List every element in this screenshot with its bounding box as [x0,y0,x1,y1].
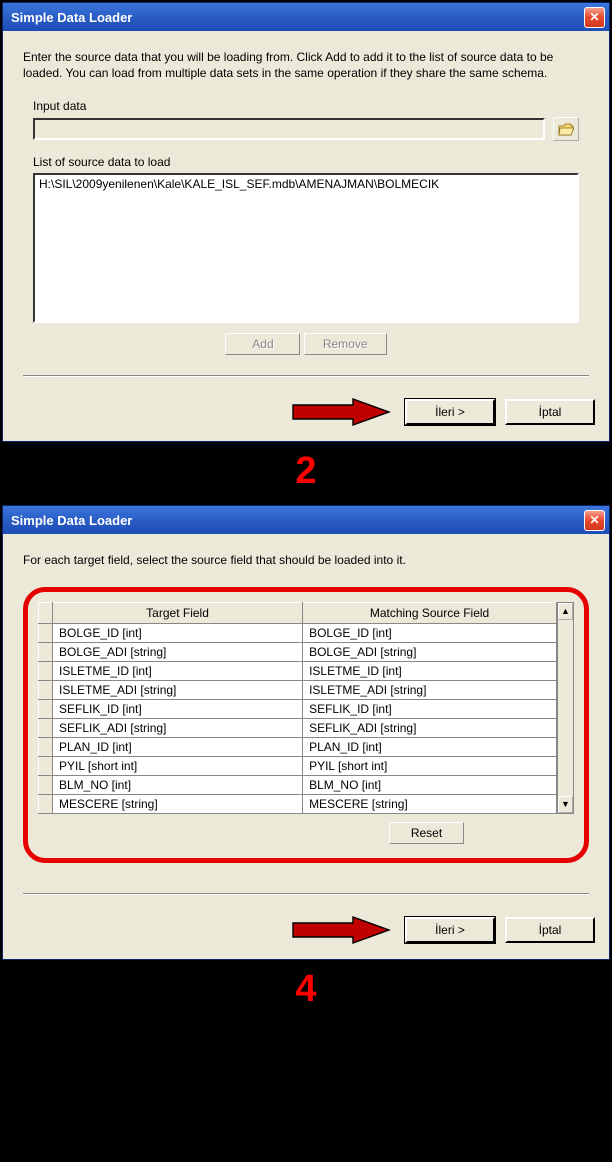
step-number-4: 4 [0,962,612,1021]
row-selector[interactable] [39,661,53,680]
close-icon: ✕ [589,10,599,24]
reset-row: Reset [38,822,574,844]
row-selector[interactable] [39,699,53,718]
dialog-body: For each target field, select the source… [3,534,609,914]
row-selector[interactable] [39,794,53,813]
target-field-header: Target Field [53,602,303,623]
add-remove-row: Add Remove [23,333,589,355]
close-button[interactable]: ✕ [584,510,605,531]
source-field-cell[interactable]: SEFLIK_ID [int] [303,699,557,718]
window-title: Simple Data Loader [11,513,132,528]
table-row[interactable]: PYIL [short int]PYIL [short int] [39,756,557,775]
field-mapping-area: Target Field Matching Source Field BOLGE… [38,602,574,814]
source-field-cell[interactable]: ISLETME_ADI [string] [303,680,557,699]
target-field-cell: MESCERE [string] [53,794,303,813]
source-field-cell[interactable]: SEFLIK_ADI [string] [303,718,557,737]
target-field-cell: SEFLIK_ID [int] [53,699,303,718]
instruction-text: For each target field, select the source… [23,552,589,568]
table-row[interactable]: PLAN_ID [int]PLAN_ID [int] [39,737,557,756]
source-field-cell[interactable]: PLAN_ID [int] [303,737,557,756]
target-field-cell: PLAN_ID [int] [53,737,303,756]
separator [23,893,589,895]
scroll-down-icon[interactable]: ▼ [558,796,573,813]
vertical-scrollbar[interactable]: ▲ ▼ [557,602,574,814]
wizard-footer: İleri > İptal [3,397,609,441]
table-row[interactable]: MESCERE [string]MESCERE [string] [39,794,557,813]
reset-button[interactable]: Reset [389,822,464,844]
folder-open-icon [558,123,574,136]
source-field-header: Matching Source Field [303,602,557,623]
source-list-item[interactable]: H:\SIL\2009yenilenen\Kale\KALE_ISL_SEF.m… [39,177,573,191]
source-list-label: List of source data to load [33,155,589,169]
next-button[interactable]: İleri > [405,917,495,943]
table-row[interactable]: BOLGE_ID [int]BOLGE_ID [int] [39,623,557,642]
row-selector[interactable] [39,756,53,775]
target-field-cell: SEFLIK_ADI [string] [53,718,303,737]
source-field-cell[interactable]: BOLGE_ID [int] [303,623,557,642]
cancel-button[interactable]: İptal [505,399,595,425]
row-selector[interactable] [39,623,53,642]
row-selector[interactable] [39,680,53,699]
cancel-button[interactable]: İptal [505,917,595,943]
input-data-field[interactable] [33,118,545,140]
target-field-cell: ISLETME_ID [int] [53,661,303,680]
target-field-cell: BOLGE_ADI [string] [53,642,303,661]
close-button[interactable]: ✕ [584,7,605,28]
source-list[interactable]: H:\SIL\2009yenilenen\Kale\KALE_ISL_SEF.m… [33,173,579,323]
table-row[interactable]: BOLGE_ADI [string]BOLGE_ADI [string] [39,642,557,661]
red-arrow-icon [291,915,391,945]
dialog-body: Enter the source data that you will be l… [3,31,609,397]
source-field-cell[interactable]: BLM_NO [int] [303,775,557,794]
scroll-up-icon[interactable]: ▲ [558,603,573,620]
target-field-cell: PYIL [short int] [53,756,303,775]
row-selector[interactable] [39,642,53,661]
field-mapping-table[interactable]: Target Field Matching Source Field BOLGE… [38,602,557,814]
table-row[interactable]: ISLETME_ID [int]ISLETME_ID [int] [39,661,557,680]
step-number-2: 2 [0,444,612,503]
next-button[interactable]: İleri > [405,399,495,425]
corner-cell [39,602,53,623]
titlebar[interactable]: Simple Data Loader ✕ [3,506,609,534]
table-row[interactable]: SEFLIK_ADI [string]SEFLIK_ADI [string] [39,718,557,737]
browse-button[interactable] [553,117,579,141]
instruction-text: Enter the source data that you will be l… [23,49,589,81]
input-data-label: Input data [33,99,589,113]
table-row[interactable]: BLM_NO [int]BLM_NO [int] [39,775,557,794]
wizard-footer: İleri > İptal [3,915,609,959]
dialog-step2: Simple Data Loader ✕ Enter the source da… [2,2,610,442]
source-field-cell[interactable]: MESCERE [string] [303,794,557,813]
window-title: Simple Data Loader [11,10,132,25]
separator [23,375,589,377]
row-selector[interactable] [39,737,53,756]
target-field-cell: ISLETME_ADI [string] [53,680,303,699]
table-row[interactable]: SEFLIK_ID [int]SEFLIK_ID [int] [39,699,557,718]
titlebar[interactable]: Simple Data Loader ✕ [3,3,609,31]
red-arrow-icon [291,397,391,427]
field-mapping-highlight: Target Field Matching Source Field BOLGE… [23,587,589,863]
source-field-cell[interactable]: BOLGE_ADI [string] [303,642,557,661]
target-field-cell: BOLGE_ID [int] [53,623,303,642]
target-field-cell: BLM_NO [int] [53,775,303,794]
dialog-step4: Simple Data Loader ✕ For each target fie… [2,505,610,959]
table-row[interactable]: ISLETME_ADI [string]ISLETME_ADI [string] [39,680,557,699]
close-icon: ✕ [589,513,599,527]
remove-button: Remove [304,333,387,355]
row-selector[interactable] [39,775,53,794]
source-field-cell[interactable]: ISLETME_ID [int] [303,661,557,680]
row-selector[interactable] [39,718,53,737]
source-field-cell[interactable]: PYIL [short int] [303,756,557,775]
add-button: Add [225,333,300,355]
input-data-row [33,117,579,141]
